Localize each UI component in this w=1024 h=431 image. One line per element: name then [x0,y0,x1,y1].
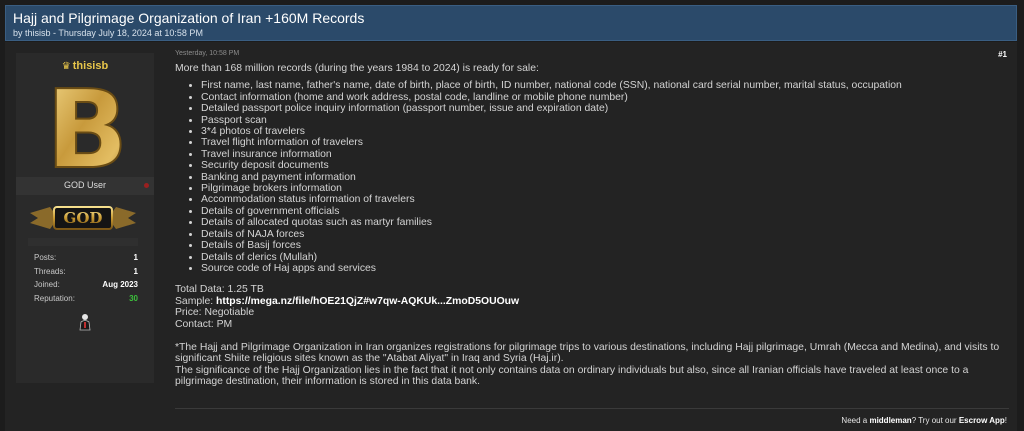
user-stats: Posts: 1 Threads: 1 Joined: Aug 2023 Rep… [34,253,138,307]
stat-value[interactable]: 1 [134,253,138,262]
list-item: Detailed passport police inquiry informa… [201,103,1005,114]
signature-text: ! [1004,416,1007,425]
sample-line: Sample: https://mega.nz/file/hOE21QjZ#w7… [175,296,1005,307]
post-number-link[interactable]: #1 [998,50,1007,59]
contact: Contact: PM [175,318,233,330]
crown-icon: ♛ [61,61,71,72]
stat-value[interactable]: 1 [134,267,138,276]
list-item: Details of NAJA forces [201,229,1005,240]
user-title: GOD User [63,180,106,190]
list-item: Pilgrimage brokers information [201,183,1005,194]
post: ♛ thisisb B GOD User GOD Posts: 1 Thread… [5,42,1017,431]
stat-value[interactable]: 30 [129,294,138,303]
sample-label: Sample: [175,295,217,307]
note-organization: *The Hajj and Pilgrimage Organization in… [175,341,1000,365]
list-item: Banking and payment information [201,172,1005,183]
avatar[interactable]: B [45,79,129,175]
list-item: Travel flight information of travelers [201,137,1005,148]
username-row: ♛ thisisb [16,60,154,72]
total-data: Total Data: 1.25 TB [175,284,264,296]
thread-header: Hajj and Pilgrimage Organization of Iran… [5,5,1017,41]
offline-status-indicator [144,183,149,188]
rank-underline [28,238,138,246]
username-link[interactable]: thisisb [73,60,108,72]
list-item: Details of clerics (Mullah) [201,252,1005,263]
list-item: Security deposit documents [201,160,1005,171]
stat-label: Threads: [34,266,66,276]
stat-label: Joined: [34,280,60,289]
list-item: Contact information (home and work addre… [201,92,1005,103]
post-intro: More than 168 million records (during th… [175,63,539,74]
post-body: More than 168 million records (during th… [175,63,1005,388]
list-item: Details of Basij forces [201,240,1005,251]
list-item: Travel insurance information [201,149,1005,160]
list-item: Accommodation status information of trav… [201,194,1005,205]
stat-threads: Threads: 1 [34,267,138,281]
escrow-app-link[interactable]: Escrow App [959,416,1005,425]
list-item: Passport scan [201,115,1005,126]
stat-posts: Posts: 1 [34,253,138,267]
list-item: Details of government officials [201,206,1005,217]
list-item: Details of allocated quotas such as mart… [201,217,1005,228]
rank-badge-label: GOD [64,209,103,227]
signature: Need a middleman? Try out our Escrow App… [841,416,1007,425]
stat-joined: Joined: Aug 2023 [34,280,138,294]
middleman-link[interactable]: middleman [869,416,911,425]
thread-byline: by thisisb - Thursday July 18, 2024 at 1… [13,28,203,38]
sample-link[interactable]: https://mega.nz/file/hOE21QjZ#w7qw-AQKUk… [216,296,519,307]
price: Price: Negotiable [175,307,255,319]
list-item: 3*4 photos of travelers [201,126,1005,137]
signature-text: Need a [841,416,870,425]
usertitle-row: GOD User [16,177,154,195]
list-item: First name, last name, father's name, da… [201,80,1005,91]
signature-divider [175,408,1009,409]
post-date: Yesterday, 10:58 PM [175,50,240,57]
avatar-letter: B [46,79,128,175]
stat-value: Aug 2023 [102,280,138,289]
user-info-panel: ♛ thisisb B GOD User GOD Posts: 1 Thread… [16,53,154,383]
list-item: Source code of Haj apps and services [201,263,1005,274]
thread-title: Hajj and Pilgrimage Organization of Iran… [13,10,365,26]
note-significance: The significance of the Hajj Organizatio… [175,364,969,388]
stat-reputation: Reputation: 30 [34,294,138,308]
rank-badge: GOD [30,206,136,230]
stat-label: Posts: [34,253,57,262]
award-icon[interactable] [79,313,91,331]
stat-label: Reputation: [34,293,75,303]
signature-text: ? Try out our [911,416,959,425]
data-fields-list: First name, last name, father's name, da… [175,80,1005,274]
